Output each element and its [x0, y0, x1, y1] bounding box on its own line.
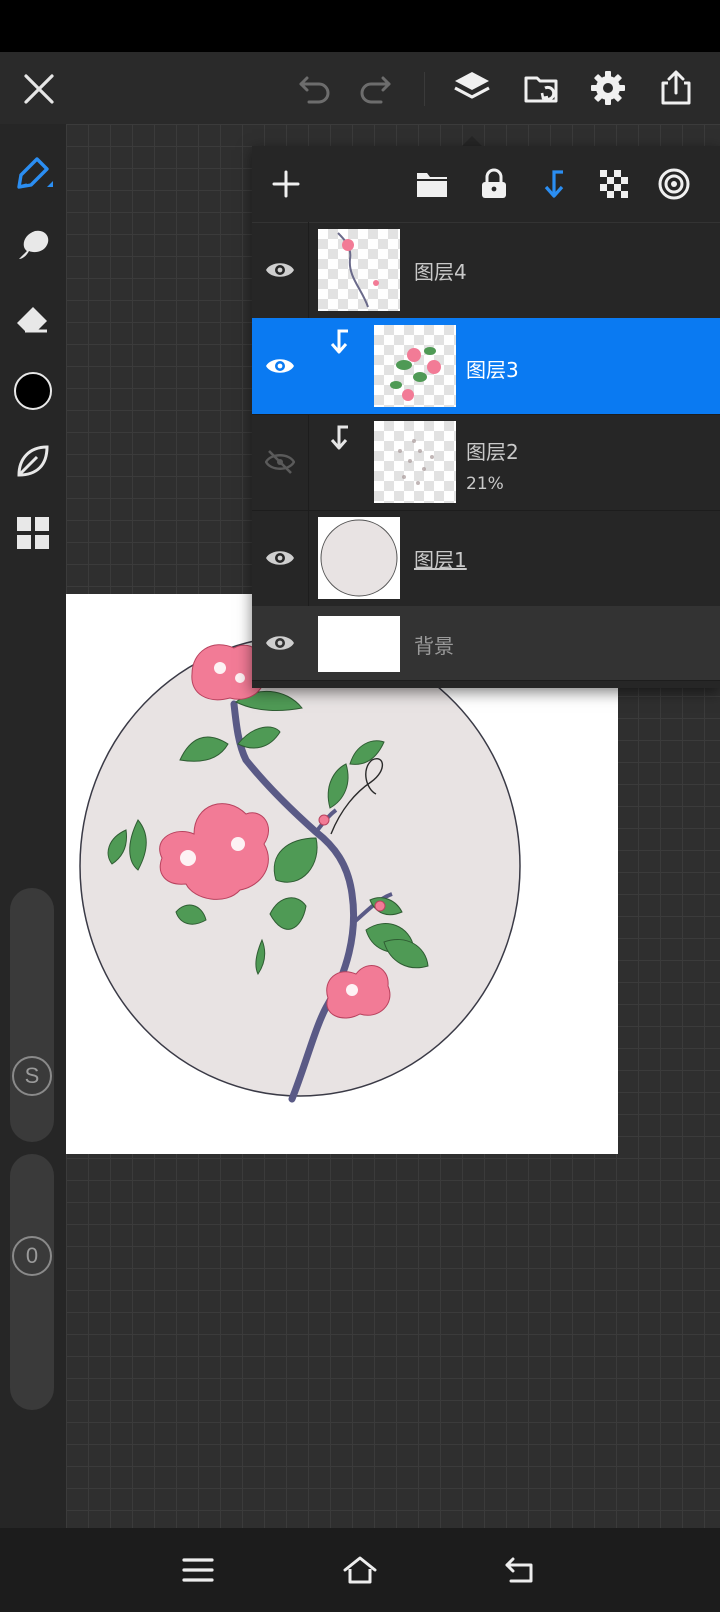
layer-row-3[interactable]: 图层3 — [252, 318, 720, 415]
layer-thumbnail — [318, 229, 400, 311]
eye-icon — [266, 359, 294, 373]
menu-icon[interactable] — [176, 1548, 220, 1592]
size-slider-knob[interactable]: S — [12, 1056, 52, 1096]
layer-name: 图层2 — [466, 440, 519, 464]
layer-row-4[interactable]: 图层4 — [252, 222, 720, 319]
clip-icon[interactable] — [534, 164, 574, 204]
row-divider — [308, 510, 309, 606]
left-toolbar: S 0 — [0, 124, 66, 1528]
add-layer-icon[interactable] — [266, 164, 306, 204]
visibility-toggle[interactable] — [252, 222, 308, 318]
home-icon[interactable] — [338, 1548, 382, 1592]
layer-row-background[interactable]: 背景 — [252, 606, 720, 681]
visibility-toggle[interactable] — [252, 414, 308, 510]
layer-thumbnail — [318, 616, 400, 672]
smudge-icon[interactable] — [10, 222, 56, 268]
eye-icon — [266, 263, 294, 277]
eye-hidden-icon — [265, 450, 295, 474]
eraser-icon[interactable] — [10, 294, 56, 340]
brush-size-slider[interactable]: S — [10, 888, 54, 1142]
color-swatch[interactable] — [10, 368, 56, 414]
layer-row-1[interactable]: 图层1 — [252, 510, 720, 607]
layer-thumbnail — [374, 325, 456, 407]
layers-panel-toolbar — [252, 146, 720, 223]
layers-panel: 图层4 图层3 图层2 21% 图层1 背景 — [252, 146, 720, 688]
gear-icon[interactable] — [586, 66, 630, 110]
system-nav-bar — [0, 1528, 720, 1612]
leaf-brush-icon[interactable] — [10, 438, 56, 484]
lock-icon[interactable] — [474, 164, 514, 204]
checker-icon[interactable] — [594, 164, 634, 204]
folder-icon[interactable] — [412, 164, 452, 204]
layer-name: 图层1 — [414, 548, 467, 572]
layer-thumbnail — [318, 517, 400, 599]
visibility-toggle[interactable] — [252, 318, 308, 414]
close-icon[interactable] — [18, 68, 60, 110]
undo-icon[interactable] — [294, 68, 336, 110]
clip-indicator-icon — [326, 424, 352, 458]
toolbar-divider — [424, 72, 425, 106]
layer-opacity: 21% — [466, 474, 504, 494]
share-icon[interactable] — [654, 66, 698, 110]
grid-menu-icon[interactable] — [10, 510, 56, 556]
row-divider — [308, 414, 309, 510]
top-toolbar — [0, 52, 720, 124]
visibility-toggle[interactable] — [252, 510, 308, 606]
eye-icon — [266, 636, 294, 650]
pen-tool-icon[interactable] — [10, 150, 56, 196]
opacity-slider[interactable]: 0 — [10, 1154, 54, 1410]
back-icon[interactable] — [498, 1548, 542, 1592]
layer-row-2[interactable]: 图层2 21% — [252, 414, 720, 511]
redo-icon[interactable] — [354, 68, 396, 110]
panel-caret — [462, 136, 482, 146]
eye-icon — [266, 551, 294, 565]
row-divider — [308, 222, 309, 318]
status-bar — [0, 0, 720, 52]
layer-name: 图层3 — [466, 358, 519, 382]
current-color-circle — [14, 372, 52, 410]
visibility-toggle[interactable] — [252, 606, 308, 680]
layer-name: 图层4 — [414, 260, 467, 284]
layers-icon[interactable] — [450, 66, 494, 110]
target-icon[interactable] — [654, 164, 694, 204]
layer-name: 背景 — [414, 634, 454, 658]
layer-thumbnail — [374, 421, 456, 503]
opacity-slider-knob[interactable]: 0 — [12, 1236, 52, 1276]
clip-indicator-icon — [326, 328, 352, 362]
import-icon[interactable] — [520, 66, 564, 110]
